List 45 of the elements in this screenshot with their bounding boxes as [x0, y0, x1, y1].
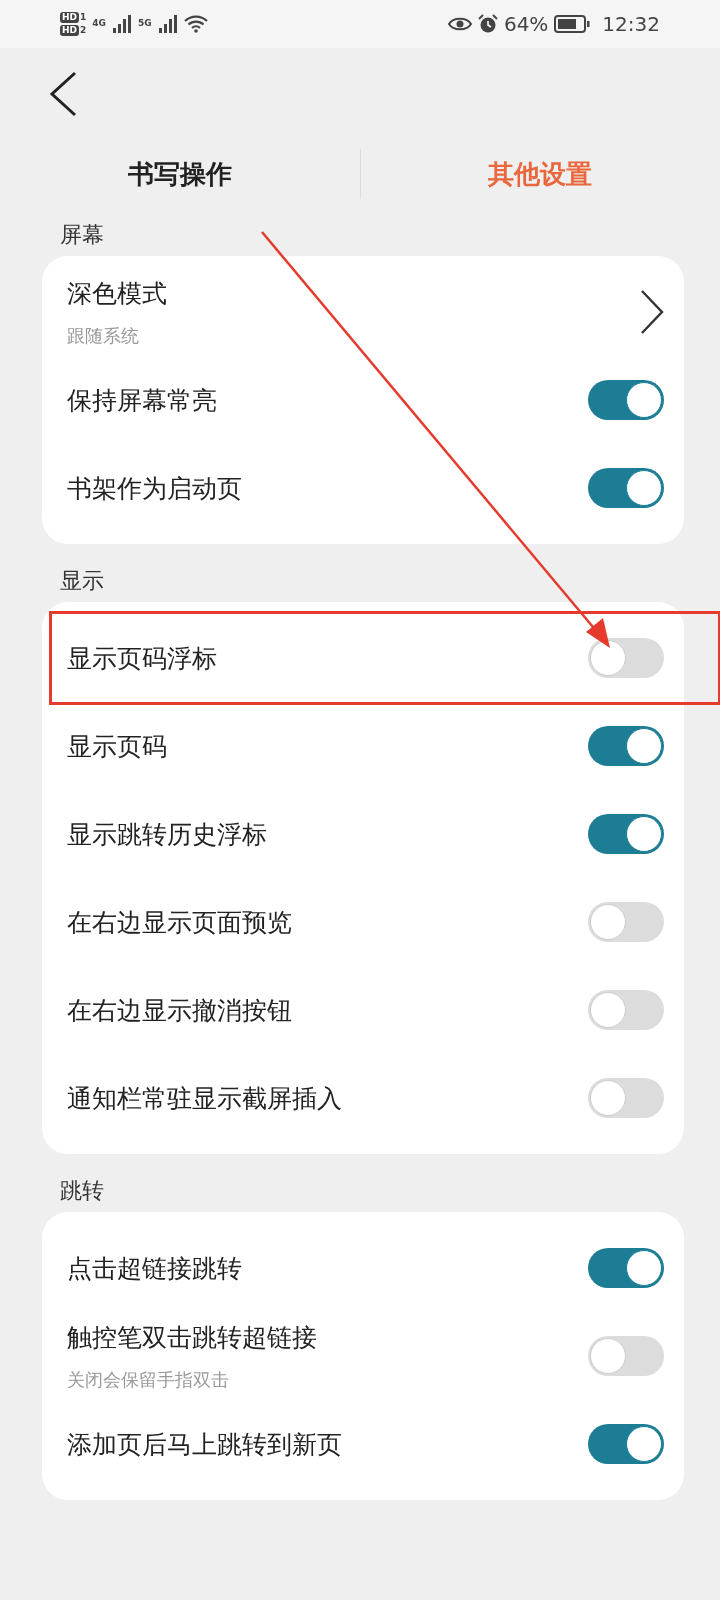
toggle-switch[interactable]	[588, 1248, 664, 1288]
battery-percent: 64%	[503, 12, 549, 36]
clock-time: 12:32	[602, 12, 660, 36]
toggle-switch[interactable]	[588, 902, 664, 942]
setting-label: 显示页码浮标	[67, 642, 217, 675]
toggle-switch[interactable]	[588, 814, 664, 854]
setting-label: 添加页后马上跳转到新页	[67, 1428, 342, 1461]
toggle-switch[interactable]	[588, 638, 664, 678]
setting-label: 显示跳转历史浮标	[67, 818, 267, 851]
network-type: 5G	[137, 18, 152, 28]
sim-slot: 2	[80, 25, 87, 36]
setting-label: 在右边显示撤消按钮	[67, 994, 292, 1027]
setting-hint: 关闭会保留手指双击	[67, 1367, 230, 1392]
toggle-switch[interactable]	[588, 1078, 664, 1118]
alarm-icon	[477, 14, 498, 34]
signal-icon	[157, 14, 178, 34]
hd-badge: HD	[60, 25, 79, 36]
section-header: 显示	[59, 567, 105, 595]
setting-label: 书架作为启动页	[67, 472, 242, 505]
setting-label: 在右边显示页面预览	[67, 906, 292, 939]
chevron-right-icon[interactable]	[640, 289, 664, 335]
back-icon[interactable]	[48, 71, 78, 117]
signal-icon	[111, 14, 132, 34]
network-type: 4G	[92, 18, 106, 28]
sim-slot: 1	[80, 12, 87, 23]
setting-label: 点击超链接跳转	[67, 1252, 242, 1285]
section-header: 屏幕	[59, 221, 105, 249]
setting-label: 保持屏幕常亮	[67, 384, 217, 417]
battery-icon	[554, 15, 591, 33]
toggle-switch[interactable]	[588, 990, 664, 1030]
hd-badge: HD	[60, 12, 79, 23]
toggle-switch[interactable]	[588, 380, 664, 420]
eye-icon	[447, 16, 472, 32]
setting-hint: 跟随系统	[67, 323, 140, 348]
toggle-switch[interactable]	[588, 1424, 664, 1464]
section-header: 跳转	[59, 1177, 105, 1205]
wifi-icon	[183, 15, 208, 33]
setting-label: 深色模式	[67, 277, 167, 310]
toggle-switch[interactable]	[588, 468, 664, 508]
setting-label: 通知栏常驻显示截屏插入	[67, 1082, 342, 1115]
tab[interactable]: 书写操作	[119, 152, 240, 196]
toggle-switch[interactable]	[588, 1336, 664, 1376]
setting-label: 触控笔双击跳转超链接	[67, 1321, 317, 1354]
setting-label: 显示页码	[67, 730, 167, 763]
toggle-switch[interactable]	[588, 726, 664, 766]
